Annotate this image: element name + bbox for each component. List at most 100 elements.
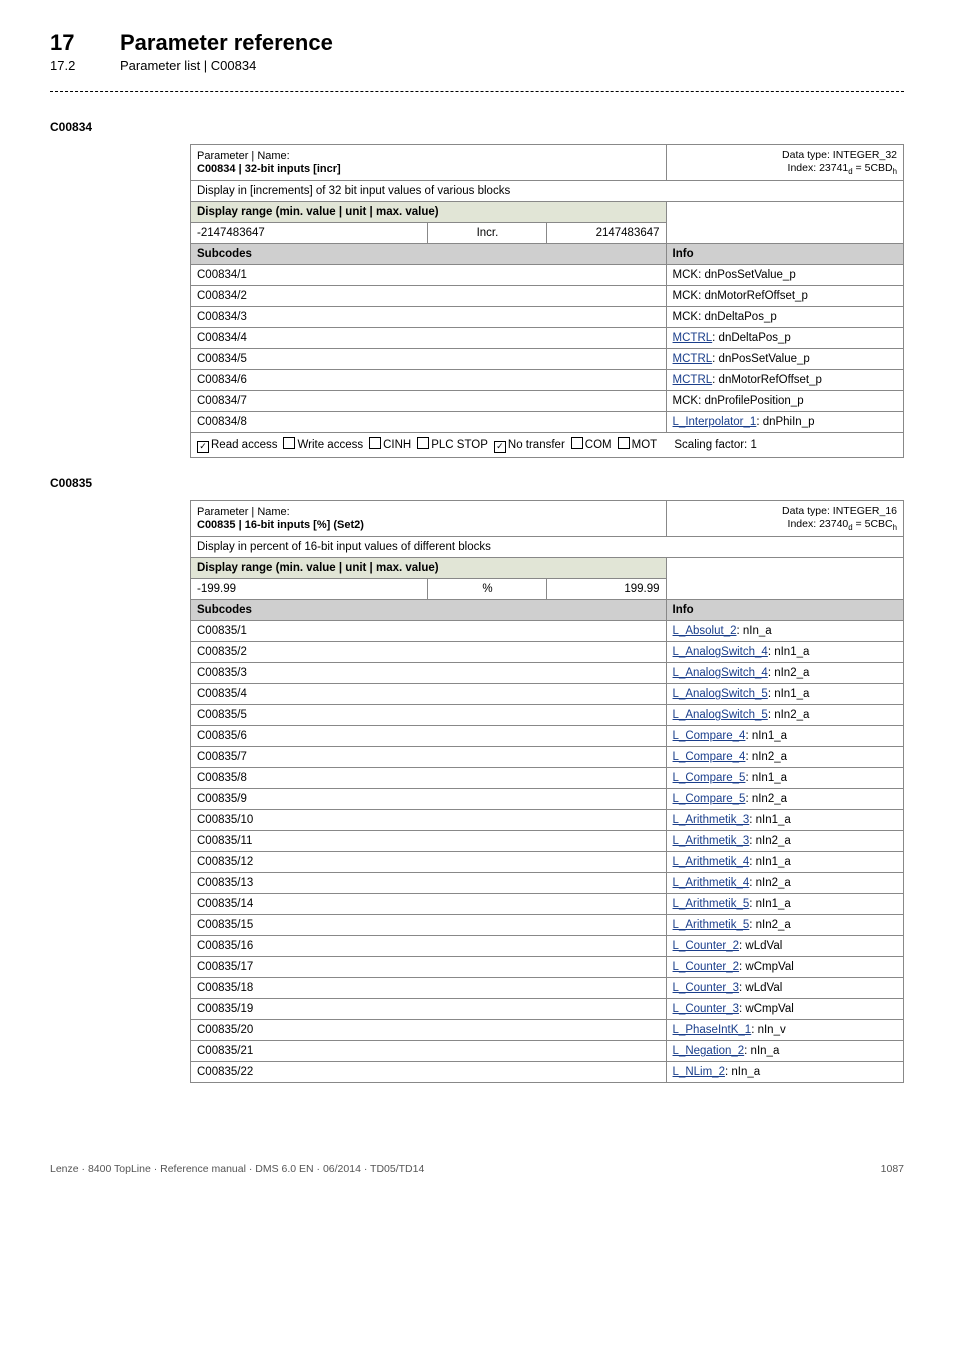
- param-data-type: Data type: INTEGER_32: [782, 149, 897, 161]
- access-checkbox: [197, 441, 209, 453]
- access-label: PLC STOP: [431, 439, 488, 451]
- info-cell: L_Counter_3: wCmpVal: [666, 999, 903, 1020]
- param-header-right: Data type: INTEGER_32 Index: 23741d = 5C…: [666, 145, 903, 181]
- subcode-cell: C00835/1: [191, 621, 667, 642]
- subcode-cell: C00834/7: [191, 391, 667, 412]
- subcode-cell: C00834/2: [191, 286, 667, 307]
- range-max: 2147483647: [547, 223, 666, 244]
- chapter-title-text: Parameter reference: [120, 30, 333, 55]
- info-link[interactable]: L_PhaseIntK_1: [673, 1024, 752, 1036]
- subcode-cell: C00834/6: [191, 370, 667, 391]
- info-header: Info: [666, 600, 903, 621]
- access-footer: Read access Write access CINH PLC STOP N…: [191, 433, 904, 458]
- chapter-subheading: 17.2Parameter list | C00834: [50, 58, 904, 73]
- info-link[interactable]: L_NLim_2: [673, 1066, 725, 1078]
- subcode-cell: C00835/5: [191, 705, 667, 726]
- param-description: Display in percent of 16-bit input value…: [191, 537, 904, 558]
- info-link[interactable]: MCTRL: [673, 374, 713, 386]
- info-cell: L_AnalogSwitch_4: nIn2_a: [666, 663, 903, 684]
- subcode-cell: C00835/17: [191, 957, 667, 978]
- subcode-cell: C00834/4: [191, 328, 667, 349]
- param-code-heading: C00835: [50, 476, 904, 490]
- info-cell: L_AnalogSwitch_5: nIn1_a: [666, 684, 903, 705]
- info-link[interactable]: L_Counter_3: [673, 982, 740, 994]
- info-cell: L_Absolut_2: nIn_a: [666, 621, 903, 642]
- info-cell: MCTRL: dnPosSetValue_p: [666, 349, 903, 370]
- subcode-cell: C00834/8: [191, 412, 667, 433]
- info-link[interactable]: L_Negation_2: [673, 1045, 745, 1057]
- info-cell: L_Counter_3: wLdVal: [666, 978, 903, 999]
- range-unit: Incr.: [428, 223, 547, 244]
- info-link[interactable]: MCTRL: [673, 353, 713, 365]
- info-header: Info: [666, 244, 903, 265]
- param-header-left: Parameter | Name: C00834 | 32-bit inputs…: [191, 145, 667, 181]
- info-cell: L_AnalogSwitch_5: nIn2_a: [666, 705, 903, 726]
- info-link[interactable]: L_Compare_4: [673, 730, 746, 742]
- subcode-cell: C00835/8: [191, 768, 667, 789]
- subcodes-header: Subcodes: [191, 244, 667, 265]
- subcode-cell: C00835/7: [191, 747, 667, 768]
- param-table-c00834: Parameter | Name: C00834 | 32-bit inputs…: [190, 144, 904, 458]
- info-link[interactable]: L_Compare_5: [673, 772, 746, 784]
- param-header-name-label: Parameter | Name:: [197, 506, 660, 519]
- chapter-sub-title: Parameter list | C00834: [120, 58, 256, 73]
- info-link[interactable]: L_AnalogSwitch_4: [673, 646, 768, 658]
- info-link[interactable]: L_Arithmetik_5: [673, 898, 750, 910]
- info-link[interactable]: L_Compare_4: [673, 751, 746, 763]
- range-max: 199.99: [547, 579, 666, 600]
- subcode-cell: C00835/9: [191, 789, 667, 810]
- info-cell: L_Arithmetik_4: nIn1_a: [666, 852, 903, 873]
- chapter-number: 17: [50, 30, 120, 56]
- info-link[interactable]: L_AnalogSwitch_4: [673, 667, 768, 679]
- info-cell: L_Arithmetik_5: nIn2_a: [666, 915, 903, 936]
- info-link[interactable]: L_Arithmetik_5: [673, 919, 750, 931]
- param-header-name-label: Parameter | Name:: [197, 150, 660, 163]
- access-checkbox: [571, 437, 583, 449]
- subcodes-header: Subcodes: [191, 600, 667, 621]
- info-link[interactable]: L_AnalogSwitch_5: [673, 709, 768, 721]
- info-link[interactable]: L_Arithmetik_4: [673, 856, 750, 868]
- info-link[interactable]: L_Counter_2: [673, 961, 740, 973]
- subcode-cell: C00834/3: [191, 307, 667, 328]
- subcode-cell: C00835/14: [191, 894, 667, 915]
- access-checkbox: [369, 437, 381, 449]
- param-code-heading: C00834: [50, 120, 904, 134]
- info-link[interactable]: L_Counter_2: [673, 940, 740, 952]
- subcode-cell: C00835/12: [191, 852, 667, 873]
- info-cell: L_PhaseIntK_1: nIn_v: [666, 1020, 903, 1041]
- info-cell: MCK: dnPosSetValue_p: [666, 265, 903, 286]
- subcode-cell: C00835/10: [191, 810, 667, 831]
- info-link[interactable]: L_Arithmetik_4: [673, 877, 750, 889]
- info-link[interactable]: L_Arithmetik_3: [673, 814, 750, 826]
- chapter-heading: 17Parameter reference: [50, 30, 904, 56]
- range-min: -2147483647: [191, 223, 428, 244]
- subcode-cell: C00835/11: [191, 831, 667, 852]
- info-cell: MCTRL: dnMotorRefOffset_p: [666, 370, 903, 391]
- access-label: COM: [585, 439, 612, 451]
- info-link[interactable]: L_AnalogSwitch_5: [673, 688, 768, 700]
- access-checkbox: [417, 437, 429, 449]
- info-cell: L_Compare_4: nIn1_a: [666, 726, 903, 747]
- subcode-cell: C00835/22: [191, 1062, 667, 1083]
- page-footer: Lenze · 8400 TopLine · Reference manual …: [0, 1163, 954, 1195]
- param-header-title: C00834 | 32-bit inputs [incr]: [197, 163, 660, 176]
- access-label: CINH: [383, 439, 411, 451]
- info-cell: MCK: dnProfilePosition_p: [666, 391, 903, 412]
- info-cell: L_Arithmetik_5: nIn1_a: [666, 894, 903, 915]
- chapter-sub-number: 17.2: [50, 58, 120, 73]
- subcode-cell: C00835/6: [191, 726, 667, 747]
- info-link[interactable]: L_Counter_3: [673, 1003, 740, 1015]
- info-link[interactable]: L_Arithmetik_3: [673, 835, 750, 847]
- subcode-cell: C00835/19: [191, 999, 667, 1020]
- divider-dashed: [50, 91, 904, 92]
- info-link[interactable]: L_Compare_5: [673, 793, 746, 805]
- info-cell: L_Negation_2: nIn_a: [666, 1041, 903, 1062]
- info-link[interactable]: L_Absolut_2: [673, 625, 737, 637]
- info-link[interactable]: MCTRL: [673, 332, 713, 344]
- param-index: Index: 23741d = 5CBDh: [788, 162, 897, 174]
- subcode-cell: C00834/5: [191, 349, 667, 370]
- subcode-cell: C00835/3: [191, 663, 667, 684]
- param-description: Display in [increments] of 32 bit input …: [191, 181, 904, 202]
- info-cell: L_Counter_2: wCmpVal: [666, 957, 903, 978]
- info-link[interactable]: L_Interpolator_1: [673, 416, 757, 428]
